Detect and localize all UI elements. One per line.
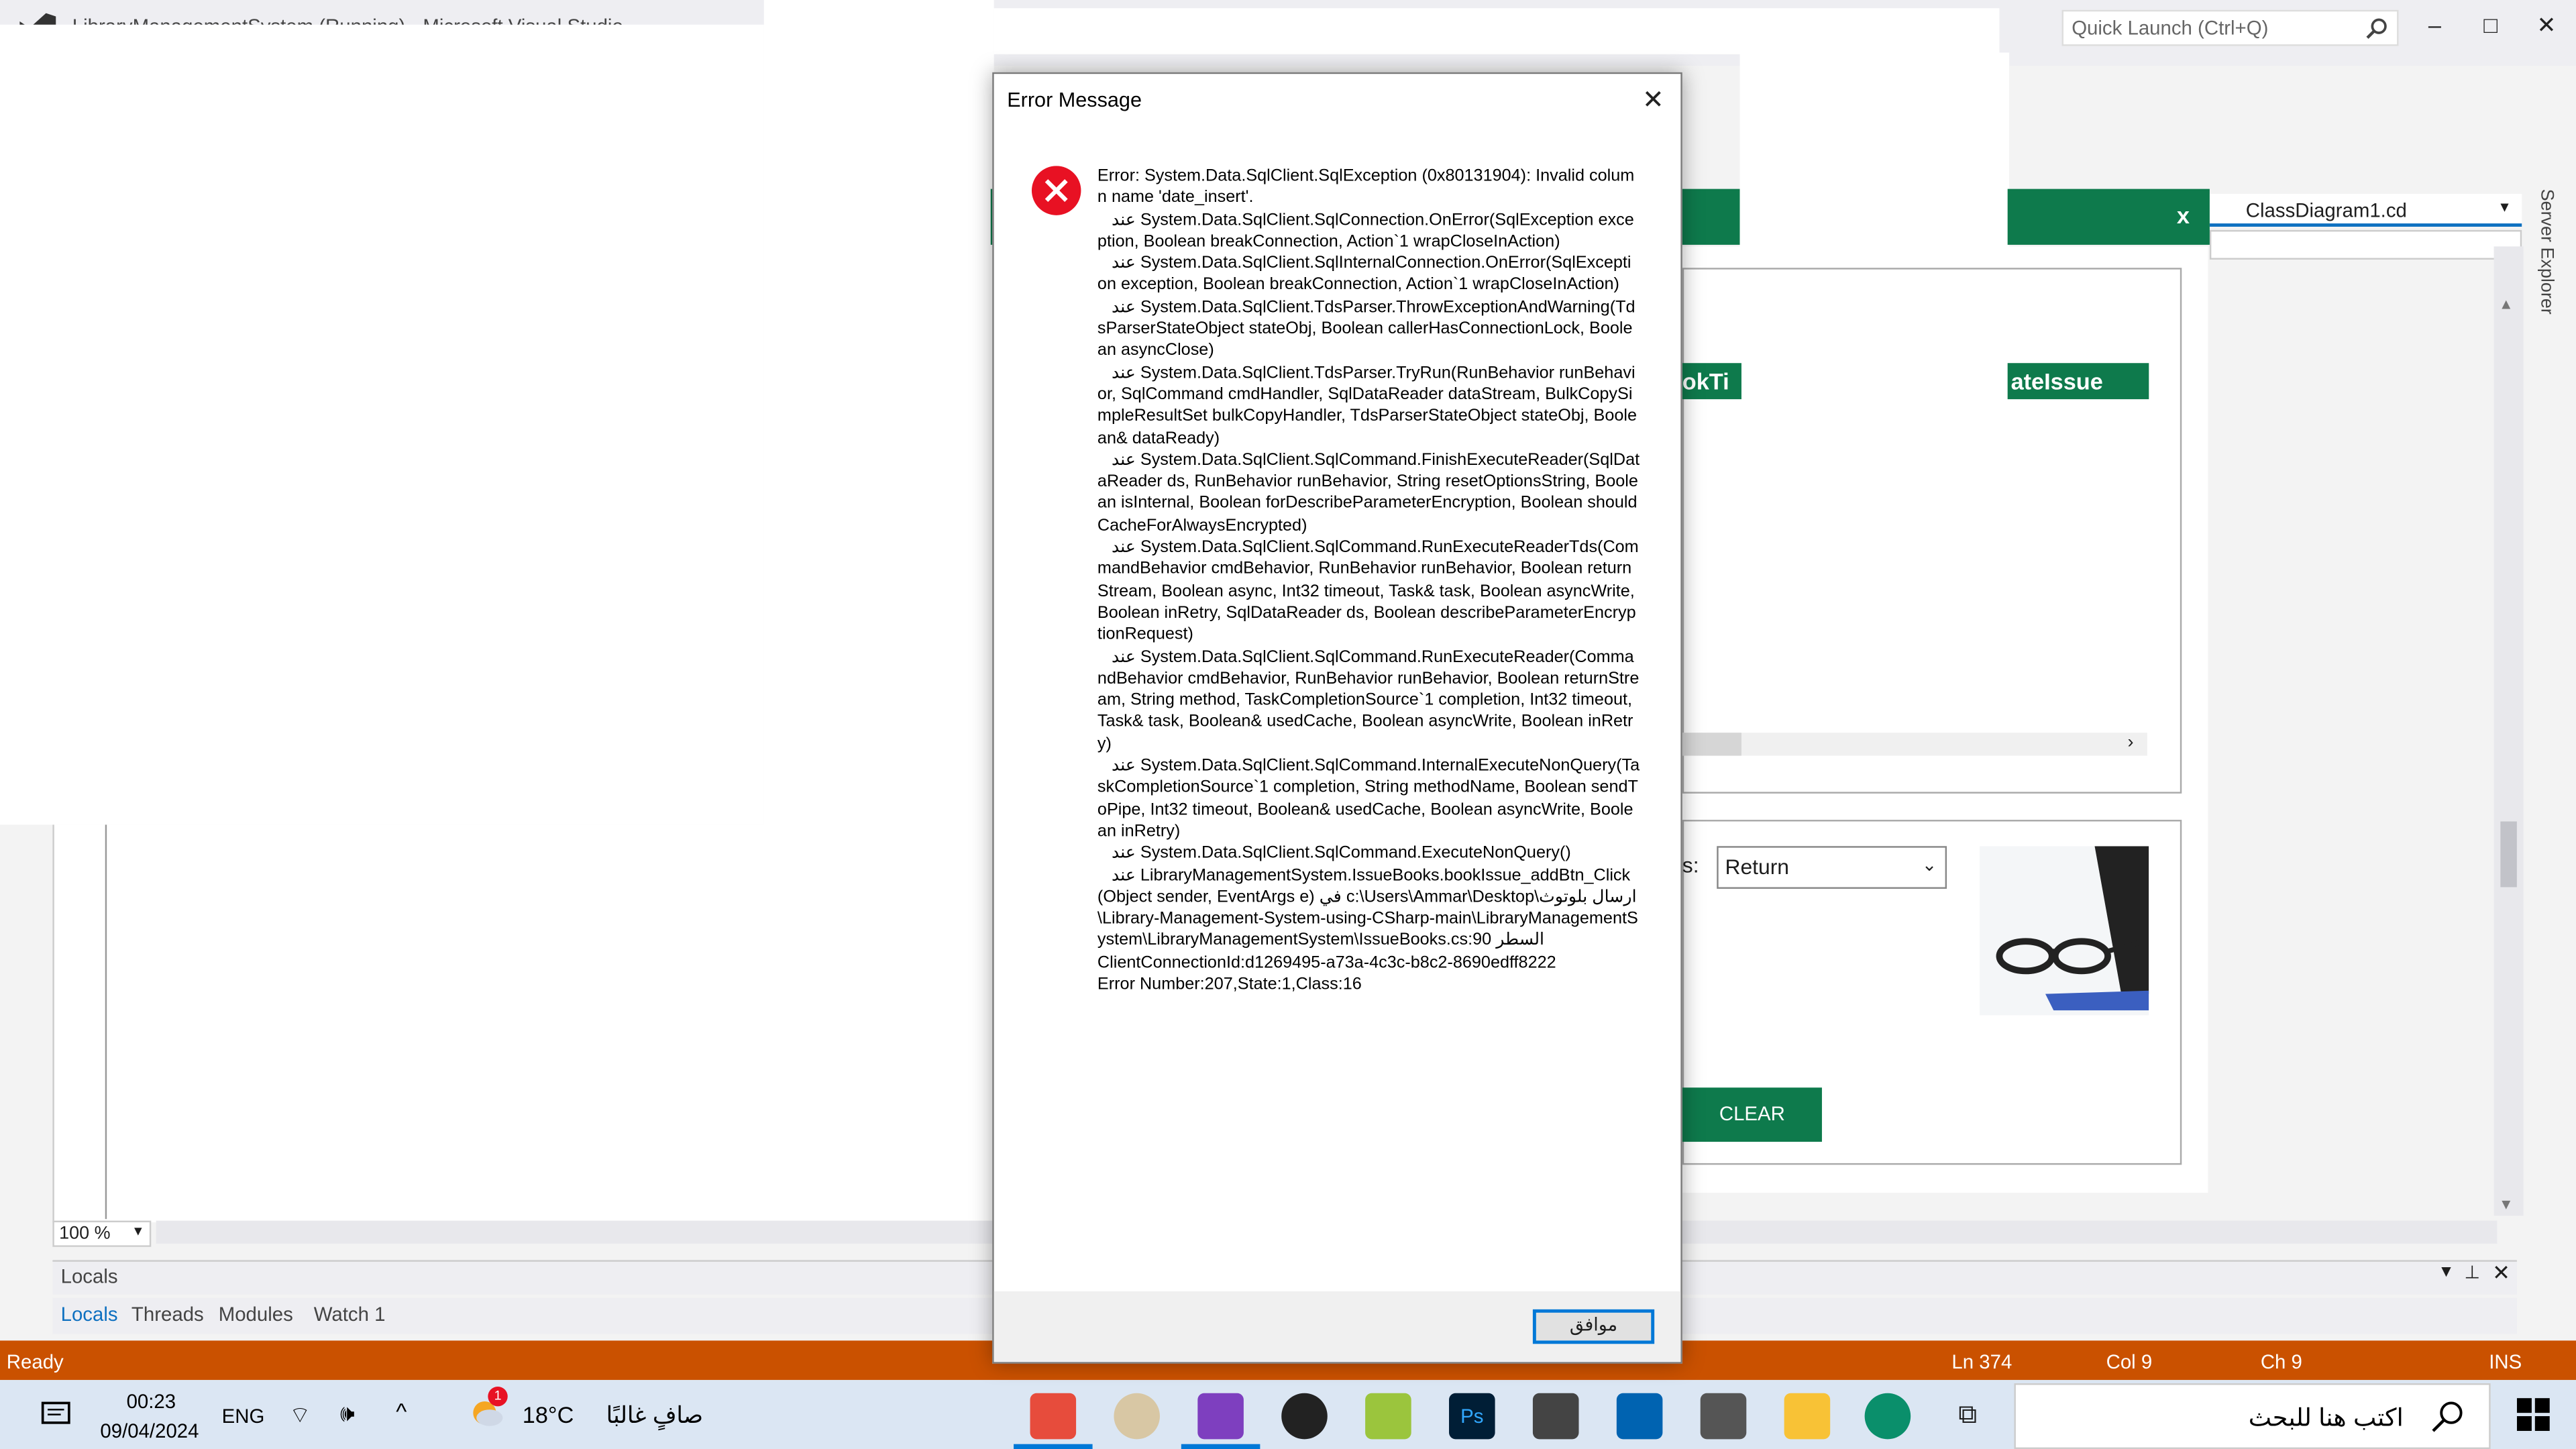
weather-temperature[interactable]: 18°C: [523, 1401, 574, 1428]
wifi-icon[interactable]: ⌔: [289, 1401, 311, 1431]
status-label: s:: [1682, 853, 1699, 877]
status-line: Ln 374: [1951, 1350, 2012, 1374]
zoom-value: 100 %: [59, 1224, 111, 1244]
tab-watch-1[interactable]: Watch 1: [314, 1303, 386, 1326]
language-indicator[interactable]: ENG: [222, 1405, 265, 1428]
panel-close-icon[interactable]: ✕: [2492, 1260, 2510, 1286]
server-explorer-label: Server Explorer: [2536, 189, 2557, 315]
notification-badge: 1: [488, 1386, 508, 1407]
status-char: Ch 9: [2260, 1350, 2302, 1374]
quick-launch-input[interactable]: Quick Launch (Ctrl+Q): [2061, 9, 2399, 46]
status-ready: Ready: [6, 1350, 64, 1374]
minimize-button[interactable]: –: [2410, 7, 2459, 43]
tab-threads[interactable]: Threads: [131, 1303, 204, 1326]
maximize-button[interactable]: □: [2466, 7, 2515, 43]
locals-panel-title: Locals: [60, 1265, 118, 1289]
weather-description[interactable]: صافٍ غالبًا: [606, 1401, 703, 1430]
chevron-up-icon[interactable]: ^: [396, 1398, 407, 1424]
status-select-value: Return: [1725, 854, 1790, 879]
dialog-close-button[interactable]: ✕: [1642, 84, 1664, 117]
error-message-text: Error: System.Data.SqlClient.SqlExceptio…: [1097, 167, 1640, 994]
clear-button[interactable]: CLEAR: [1682, 1087, 1822, 1142]
server-explorer-panel-tab[interactable]: Server Explorer: [2527, 180, 2573, 411]
dialog-title: Error Message: [1007, 89, 1142, 112]
grid-scroll-thumb[interactable]: [1682, 733, 1741, 756]
photoshop-icon[interactable]: Ps: [1449, 1393, 1495, 1440]
task-view-icon[interactable]: ⧉: [1958, 1401, 1977, 1431]
status-insert-mode: INS: [2489, 1350, 2522, 1374]
chevron-down-icon: ⌄: [1921, 855, 1937, 876]
zoom-dropdown[interactable]: 100 % ▼: [52, 1220, 152, 1247]
class-diagram-tab-label: ClassDiagram1.cd: [2245, 199, 2407, 222]
pin-icon[interactable]: ⊥: [2464, 1262, 2479, 1283]
class-diagram-tab[interactable]: ClassDiagram1.cd: [2209, 193, 2522, 227]
close-window-button[interactable]: ✕: [2522, 7, 2571, 43]
weather-icon[interactable]: 1: [468, 1386, 508, 1430]
issued-books-grid[interactable]: [1682, 268, 2182, 794]
search-icon: [2366, 16, 2389, 44]
member-dropdown[interactable]: [2209, 229, 2522, 260]
media-player-icon[interactable]: [1281, 1393, 1328, 1440]
camera-icon[interactable]: [1700, 1393, 1747, 1440]
desktop-overlay: [994, 8, 2000, 54]
grid-horizontal-scrollbar[interactable]: [1682, 733, 2147, 756]
book-cover-image: [1980, 846, 2149, 1016]
quick-launch-placeholder: Quick Launch (Ctrl+Q): [2072, 16, 2269, 40]
grid-column-header[interactable]: ateIssue: [2007, 363, 2149, 400]
chevron-down-icon: ▼: [131, 1224, 145, 1239]
scrollbar-thumb[interactable]: [2500, 821, 2517, 888]
status-select[interactable]: Return ⌄: [1717, 846, 1947, 889]
active-app-indicator: [1181, 1444, 1260, 1449]
action-center-icon[interactable]: [40, 1398, 72, 1439]
tab-dropdown-icon[interactable]: ▾: [2500, 199, 2508, 217]
tool-app-icon[interactable]: [1365, 1393, 1411, 1440]
volume-icon[interactable]: 🕪: [340, 1400, 355, 1428]
scroll-down-icon[interactable]: ▼: [2499, 1196, 2514, 1212]
tab-locals[interactable]: Locals: [61, 1303, 118, 1326]
mail-icon[interactable]: [1532, 1393, 1579, 1440]
dialog-footer: موافق: [994, 1291, 1681, 1362]
clock-date[interactable]: 09/04/2024: [100, 1419, 199, 1442]
taskbar-search-box[interactable]: اكتب هنا للبحث: [2014, 1383, 2491, 1449]
active-app-indicator: [1014, 1444, 1093, 1449]
code-editor[interactable]: [52, 824, 1008, 1223]
status-column: Col 9: [2106, 1350, 2153, 1374]
office-app-icon[interactable]: [1030, 1393, 1077, 1440]
chrome-user-icon[interactable]: [1114, 1393, 1160, 1440]
panel-dropdown-icon[interactable]: ▼: [2438, 1263, 2454, 1281]
windows-start-icon[interactable]: [2516, 1398, 2550, 1439]
store-icon[interactable]: [1616, 1393, 1663, 1440]
search-placeholder: اكتب هنا للبحث: [2248, 1404, 2404, 1433]
editor-margin-line: [105, 824, 107, 1220]
clock-time[interactable]: 00:23: [127, 1390, 176, 1413]
grid-column-header[interactable]: okTi: [1682, 363, 1741, 400]
editor-vertical-scrollbar[interactable]: [2493, 246, 2524, 1216]
form-close-button[interactable]: x: [2177, 202, 2190, 228]
file-explorer-icon[interactable]: [1784, 1393, 1831, 1440]
error-message-dialog: Error Message ✕ Error: System.Data.SqlCl…: [992, 72, 1682, 1364]
ok-button[interactable]: موافق: [1532, 1309, 1655, 1344]
chevron-right-icon[interactable]: ›: [2127, 733, 2133, 752]
tab-modules[interactable]: Modules: [219, 1303, 293, 1326]
search-icon: [2430, 1398, 2466, 1442]
desktop-overlay: [0, 24, 764, 825]
scroll-up-icon[interactable]: ▲: [2499, 296, 2514, 312]
visual-studio-icon[interactable]: [1197, 1393, 1244, 1440]
edge-icon[interactable]: [1864, 1393, 1911, 1440]
error-icon: [1030, 164, 1083, 217]
